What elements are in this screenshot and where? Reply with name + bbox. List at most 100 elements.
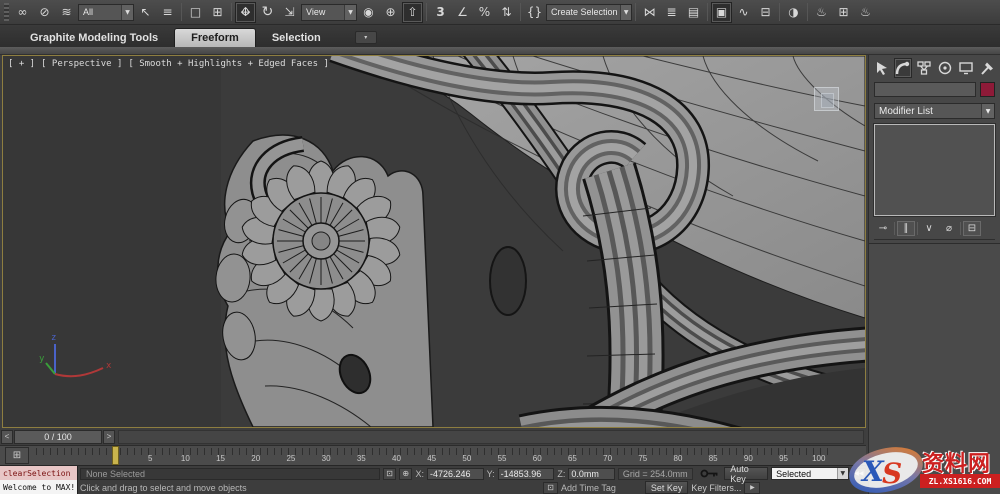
svg-text:y: y [39, 354, 45, 364]
selection-status: None Selected [80, 468, 380, 480]
select-by-name-button[interactable]: ≡ [157, 2, 178, 23]
toolbar-grip[interactable] [4, 3, 9, 21]
x-label: X: [415, 469, 424, 479]
status-row-1: None Selected ⊡ ⊕ X: -4726.246 Y: -14853… [80, 467, 866, 480]
render-setup-button[interactable]: ♨ [811, 2, 832, 23]
select-and-link-button[interactable]: ∞ [12, 2, 33, 23]
render-production-button[interactable]: ♨ [855, 2, 876, 23]
selection-set-dropdown[interactable]: Selected ▼ [771, 467, 849, 480]
y-label: Y: [487, 469, 495, 479]
curve-editor-button[interactable]: ∿ [733, 2, 754, 23]
remove-modifier-button[interactable]: ⌀ [940, 221, 958, 236]
keyboard-shortcut-override-toggle[interactable]: ⇧ [402, 2, 423, 23]
align-button[interactable]: ≣ [661, 2, 682, 23]
svg-text:x: x [106, 361, 112, 371]
object-name-field[interactable] [874, 82, 976, 97]
viewport-menu-label[interactable]: [ + ] [8, 59, 35, 69]
tab-motion[interactable] [936, 58, 954, 78]
model-wireframe: z y x [3, 56, 865, 427]
viewport-view-label[interactable]: [ Perspective ] [41, 59, 122, 69]
reference-coordinate-system-dropdown[interactable]: View ▼ [301, 4, 357, 21]
tick-label: 10 [174, 454, 196, 463]
auto-key-button[interactable]: Auto Key [724, 467, 768, 480]
object-name-row [869, 80, 1000, 99]
absolute-offset-toggle[interactable]: ⊕ [399, 468, 412, 480]
modifier-list-dropdown[interactable]: Modifier List ▼ [874, 103, 995, 119]
window-crossing-toggle[interactable]: ⊞ [207, 2, 228, 23]
listener-macro-line[interactable]: clearSelection [0, 466, 77, 480]
move-v-icon: ↕ [240, 5, 250, 19]
select-and-rotate-button[interactable]: ↻ [257, 2, 278, 23]
select-and-manipulate-button[interactable]: ⊕ [380, 2, 401, 23]
make-unique-button[interactable]: ∨ [920, 221, 938, 236]
bind-to-spacewarp-button[interactable]: ≋ [56, 2, 77, 23]
toolbar-separator [181, 3, 182, 21]
graphite-modeling-tools-toggle[interactable]: ▣ [711, 2, 732, 23]
play-button[interactable]: ▶ [744, 482, 760, 494]
toolbar-separator [807, 3, 808, 21]
selection-filter-dropdown[interactable]: All ▼ [78, 4, 134, 21]
object-color-swatch[interactable] [980, 82, 995, 97]
isolate-selection-toggle[interactable]: ⊡ [543, 482, 558, 494]
key-filters-button[interactable]: Key Filters... [691, 483, 741, 493]
viewport-shading-label[interactable]: [ Smooth + Highlights + Edged Faces ] [128, 59, 328, 69]
current-frame-marker[interactable] [112, 446, 119, 465]
set-key-button[interactable]: Set Key [645, 481, 689, 494]
time-slider-track[interactable] [118, 430, 864, 444]
named-selection-sets-dropdown[interactable]: Create Selection Se ▼ [546, 4, 632, 21]
y-coordinate-field[interactable]: -14853.96 [498, 468, 555, 480]
layer-manager-button[interactable]: ▤ [683, 2, 704, 23]
set-key-mode-key-icon[interactable] [700, 468, 719, 479]
tick-label: 45 [421, 454, 443, 463]
main-toolbar: ∞ ⊘ ≋ All ▼ ↖ ≡ □ ⊞ ↔ ↕ ↻ ⇲ View ▼ ◉ ⊕ ⇧… [0, 0, 1000, 25]
toolbar-separator [426, 3, 427, 21]
show-end-result-button[interactable]: ∥ [897, 221, 915, 236]
spinner-snap-toggle[interactable]: ⇅ [496, 2, 517, 23]
watermark: X S 资料网 ZL.XS1616.COM [848, 446, 1000, 494]
schematic-view-button[interactable]: ⊟ [755, 2, 776, 23]
tab-freeform[interactable]: Freeform [174, 28, 256, 47]
select-object-button[interactable]: ↖ [135, 2, 156, 23]
tab-display[interactable] [957, 58, 975, 78]
snaps-toggle-3d[interactable]: 3 [430, 2, 451, 23]
svg-text:z: z [51, 333, 56, 343]
listener-script-line[interactable]: Welcome to MAX! [0, 480, 77, 494]
status-bar: clearSelection Welcome to MAX! None Sele… [0, 466, 866, 494]
configure-modifier-sets-button[interactable]: ⊟ [963, 221, 981, 236]
tab-create[interactable] [873, 58, 891, 78]
x-coordinate-field[interactable]: -4726.246 [427, 468, 484, 480]
material-editor-button[interactable]: ◑ [783, 2, 804, 23]
rectangular-selection-region-button[interactable]: □ [185, 2, 206, 23]
tab-graphite-modeling-tools[interactable]: Graphite Modeling Tools [14, 28, 174, 47]
z-coordinate-field[interactable]: 0.0mm [568, 468, 614, 480]
angle-snap-toggle[interactable]: ∠ [452, 2, 473, 23]
create-arrow-icon [874, 60, 890, 76]
mini-curve-editor-button[interactable]: ⊞ [5, 447, 29, 464]
perspective-viewport[interactable]: [ + ] [ Perspective ] [ Smooth + Highlig… [2, 55, 866, 428]
edit-named-selection-sets-button[interactable]: {} [524, 2, 545, 23]
rendered-frame-window-button[interactable]: ⊞ [833, 2, 854, 23]
pin-stack-button[interactable]: ⊸ [874, 221, 892, 236]
toolbar-separator [231, 3, 232, 21]
ribbon-minimize-button[interactable]: ▾ [355, 31, 377, 44]
tab-hierarchy[interactable] [915, 58, 933, 78]
selection-lock-toggle[interactable]: ⊡ [383, 468, 396, 480]
maxscript-mini-listener[interactable]: clearSelection Welcome to MAX! [0, 466, 78, 494]
unlink-selection-button[interactable]: ⊘ [34, 2, 55, 23]
add-time-tag[interactable]: Add Time Tag [561, 483, 616, 493]
tick-label: 35 [350, 454, 372, 463]
tick-label: 20 [245, 454, 267, 463]
select-and-scale-button[interactable]: ⇲ [279, 2, 300, 23]
tab-modify[interactable] [894, 58, 912, 78]
tab-selection[interactable]: Selection [256, 28, 337, 47]
percent-snap-toggle[interactable]: % [474, 2, 495, 23]
modifier-stack-list[interactable] [874, 124, 995, 216]
next-frame-button[interactable]: > [103, 430, 115, 444]
tab-utilities[interactable] [978, 58, 996, 78]
select-and-move-button[interactable]: ↔ ↕ [235, 2, 256, 23]
time-slider-value[interactable]: 0 / 100 [14, 430, 102, 444]
use-pivot-point-center-button[interactable]: ◉ [358, 2, 379, 23]
previous-frame-button[interactable]: < [1, 430, 13, 444]
status-row-2: Click and drag to select and move object… [80, 481, 866, 494]
mirror-button[interactable]: ⋈ [639, 2, 660, 23]
